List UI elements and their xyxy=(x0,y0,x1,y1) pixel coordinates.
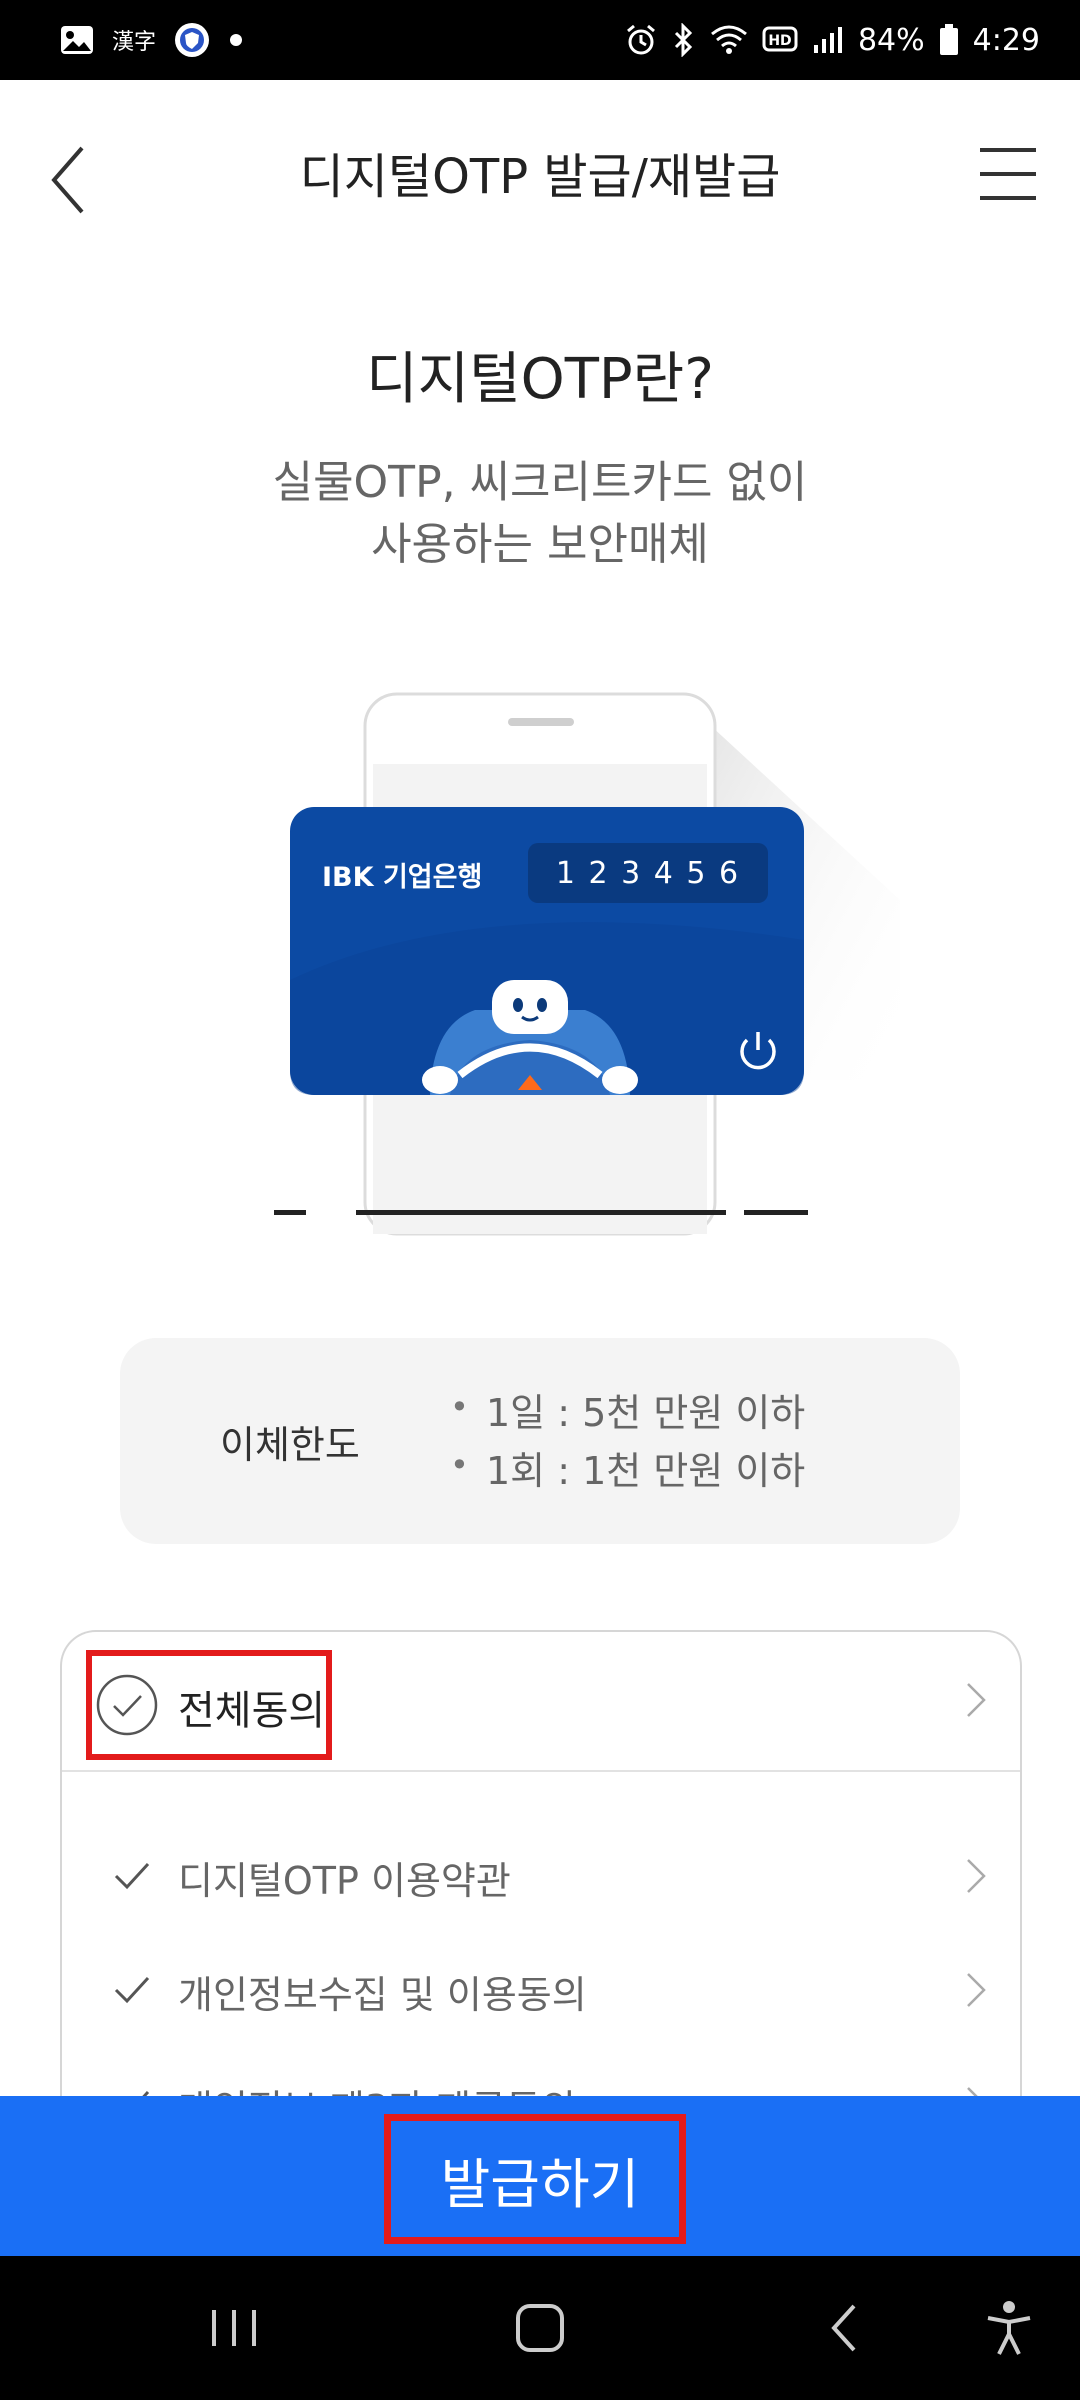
circle-check-icon[interactable] xyxy=(96,1674,158,1736)
limit-item: 1일 : 5천 만원 이하 xyxy=(450,1378,805,1442)
chevron-right-icon[interactable] xyxy=(960,1968,990,2012)
hamburger-menu-icon xyxy=(980,148,1036,200)
shield-icon xyxy=(174,22,210,58)
page-title: 디지털OTP 발급/재발급 xyxy=(299,149,781,205)
check-icon xyxy=(114,1862,150,1890)
wifi-icon xyxy=(710,24,748,56)
recent-apps-icon[interactable] xyxy=(206,2298,262,2358)
limit-label: 이체한도 xyxy=(220,1423,360,1467)
subtitle-line-1: 실물OTP, 씨크리트카드 없이 xyxy=(272,457,808,508)
agreement-item[interactable]: 디지털OTP 이용약관 xyxy=(62,1826,1020,1922)
battery-icon xyxy=(939,24,959,56)
bluetooth-icon xyxy=(672,23,696,57)
issue-button[interactable]: 발급하기 xyxy=(0,2096,1080,2256)
image-icon xyxy=(60,25,94,55)
card-bank-name: IBK 기업은행 xyxy=(322,862,483,893)
section-subtitle: 실물OTP, 씨크리트카드 없이 사용하는 보안매체 xyxy=(0,452,1080,576)
agreement-label: 개인정보수집 및 이용동의 xyxy=(178,1973,587,2017)
back-icon[interactable] xyxy=(820,2298,870,2358)
check-icon xyxy=(114,1976,150,2004)
chevron-right-icon[interactable] xyxy=(960,1678,990,1722)
otp-illustration: IBK 기업은행 1 2 3 4 5 6 xyxy=(260,680,920,1240)
accessibility-icon[interactable] xyxy=(984,2298,1034,2358)
battery-percent: 84% xyxy=(857,22,925,58)
dot-icon xyxy=(228,32,244,48)
menu-button[interactable] xyxy=(976,146,1040,202)
transfer-limit-box: 이체한도 1일 : 5천 만원 이하 1회 : 1천 만원 이하 xyxy=(120,1338,960,1544)
agreement-label: 디지털OTP 이용약관 xyxy=(178,1859,511,1903)
app-header: 디지털OTP 발급/재발급 xyxy=(0,80,1080,270)
hd-icon: HD xyxy=(762,25,798,55)
card-otp-code: 1 2 3 4 5 6 xyxy=(555,856,741,891)
otp-card xyxy=(290,807,804,1095)
home-icon[interactable] xyxy=(510,2298,570,2358)
clock: 4:29 xyxy=(972,22,1040,58)
alarm-icon xyxy=(624,23,658,57)
chevron-right-icon[interactable] xyxy=(960,1854,990,1898)
agree-all-label: 전체동의 xyxy=(178,1688,326,1734)
limit-list: 1일 : 5천 만원 이하 1회 : 1천 만원 이하 xyxy=(450,1378,805,1500)
section-heading: 디지털OTP란? xyxy=(366,347,714,412)
limit-item: 1회 : 1천 만원 이하 xyxy=(450,1436,805,1500)
status-bar: 漢字 HD 84% 4:29 xyxy=(0,0,1080,80)
subtitle-line-2: 사용하는 보안매체 xyxy=(371,519,709,570)
issue-button-label: 발급하기 xyxy=(440,2153,640,2216)
floor-lines xyxy=(274,1210,808,1215)
svg-text:HD: HD xyxy=(768,33,791,49)
agree-all-row[interactable]: 전체동의 xyxy=(62,1632,1020,1772)
signal-icon xyxy=(812,25,844,55)
agreement-item[interactable]: 개인정보수집 및 이용동의 xyxy=(62,1940,1020,2036)
system-nav-bar xyxy=(0,2256,1080,2400)
status-text: 漢字 xyxy=(112,30,157,55)
